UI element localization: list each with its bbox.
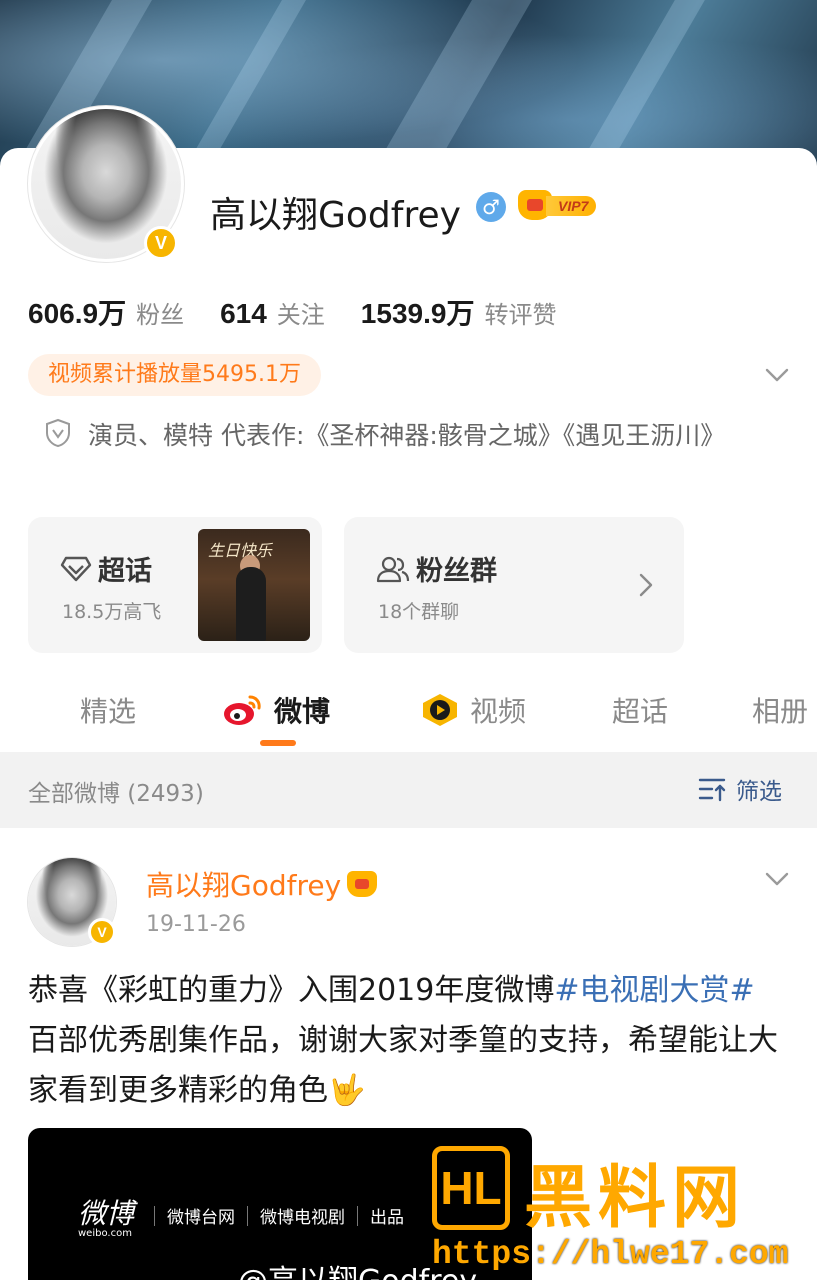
supertopic-card-title: 超话 <box>60 549 152 588</box>
stat-value: 606.9万 <box>28 298 127 329</box>
tab-weibo[interactable]: 微博 <box>222 690 330 730</box>
fan-group-card[interactable]: 粉丝群 18个群聊 <box>344 517 684 653</box>
video-play-count-pill[interactable]: 视频累计播放量5495.1万 <box>28 354 321 396</box>
supertopic-card-sub: 18.5万高飞 <box>62 601 162 623</box>
profile-stats: 606.9万 粉丝 614 关注 1539.9万 转评赞 <box>28 292 592 332</box>
logo-weibo-tv-drama: 微博电视剧 <box>260 1208 346 1228</box>
tab-label: 微博 <box>274 695 331 728</box>
fan-group-card-title: 粉丝群 <box>376 549 497 588</box>
profile-tabs: 精选 微博 视频 超话 相册 <box>0 680 817 748</box>
tab-supertopic[interactable]: 超话 <box>612 690 668 730</box>
tab-label: 精选 <box>80 695 137 728</box>
stat-followers[interactable]: 606.9万 粉丝 <box>28 292 184 332</box>
post-text-after: 百部优秀剧集作品，谢谢大家对季篁的支持，希望能让大家看到更多精彩的角色🤟 <box>28 1023 778 1108</box>
vip-level-label: VIP7 <box>546 196 597 216</box>
tab-label: 超话 <box>612 695 669 728</box>
video-play-icon <box>423 694 457 726</box>
tab-album[interactable]: 相册 <box>752 690 808 730</box>
stat-following[interactable]: 614 关注 <box>220 295 325 330</box>
media-logo-row: 微博 weibo.com 微博台网 微博电视剧 出品 <box>78 1192 404 1239</box>
chevron-right-icon <box>639 573 653 597</box>
logo-weibo-tv-network: 微博台网 <box>167 1208 236 1228</box>
stat-value: 614 <box>220 298 267 329</box>
post-author-name-text: 高以翔Godfrey <box>146 869 342 902</box>
profile-name: 高以翔Godfrey <box>210 195 461 236</box>
supertopic-card[interactable]: 超话 18.5万高飞 生日快乐 <box>28 517 322 653</box>
fan-group-card-sub: 18个群聊 <box>378 601 460 623</box>
card-title-text: 超话 <box>98 556 152 587</box>
weibo-logo-text: 微博 <box>78 1197 135 1230</box>
chevron-down-icon[interactable] <box>764 362 790 388</box>
active-tab-indicator <box>260 740 296 746</box>
filter-icon <box>698 778 726 802</box>
tab-label: 视频 <box>470 695 527 728</box>
stat-label: 关注 <box>276 301 325 329</box>
stat-reposts-likes[interactable]: 1539.9万 转评赞 <box>361 292 557 332</box>
vip-badge[interactable]: VIP7 <box>518 190 608 220</box>
thumbnail-caption: 生日快乐 <box>208 541 273 560</box>
supertopic-thumbnail[interactable]: 生日快乐 <box>198 529 310 641</box>
post-count-label: 全部微博 (2493) <box>28 781 204 807</box>
post-text-before: 恭喜《彩虹的重力》入围2019年度微博 <box>28 973 555 1008</box>
stat-label: 粉丝 <box>136 301 185 329</box>
watermark-logo: HL <box>432 1146 510 1230</box>
profile-bio: 演员、模特 代表作:《圣杯神器:骸骨之城》《遇见王沥川》 <box>88 421 726 450</box>
hashtag-link[interactable]: #电视剧大赏# <box>554 973 754 1008</box>
stat-label: 转评赞 <box>484 301 557 329</box>
verified-badge-icon: V <box>144 226 178 260</box>
users-icon <box>376 556 410 582</box>
diamond-icon <box>60 556 92 581</box>
post-author-name[interactable]: 高以翔Godfrey <box>146 864 378 904</box>
shield-icon <box>46 418 70 448</box>
watermark-url: https://hlwe17.com <box>432 1236 789 1273</box>
feed-filter-bar: 全部微博 (2493) 筛选 <box>0 752 817 828</box>
crown-icon <box>347 871 378 897</box>
logo-produced: 出品 <box>370 1208 405 1228</box>
card-title-text: 粉丝群 <box>416 556 497 587</box>
site-watermark: HL 黑料网 https://hlwe17.com <box>432 1142 817 1280</box>
tab-video[interactable]: 视频 <box>420 690 526 730</box>
verified-badge-icon: V <box>88 918 116 946</box>
stat-value: 1539.9万 <box>360 298 475 329</box>
male-gender-icon: ♂ <box>476 192 506 222</box>
watermark-title: 黑料网 <box>524 1159 747 1238</box>
tab-featured[interactable]: 精选 <box>80 690 136 730</box>
filter-button[interactable]: 筛选 <box>698 772 782 806</box>
post-body: 恭喜《彩虹的重力》入围2019年度微博#电视剧大赏# 百部优秀剧集作品，谢谢大家… <box>28 966 792 1116</box>
tab-label: 相册 <box>752 695 809 728</box>
chevron-down-icon[interactable] <box>764 866 790 892</box>
post-timestamp: 19-11-26 <box>146 912 246 937</box>
filter-button-label: 筛选 <box>736 779 782 805</box>
weibo-domain-text: weibo.com <box>78 1228 132 1239</box>
weibo-logo-icon <box>224 695 261 725</box>
